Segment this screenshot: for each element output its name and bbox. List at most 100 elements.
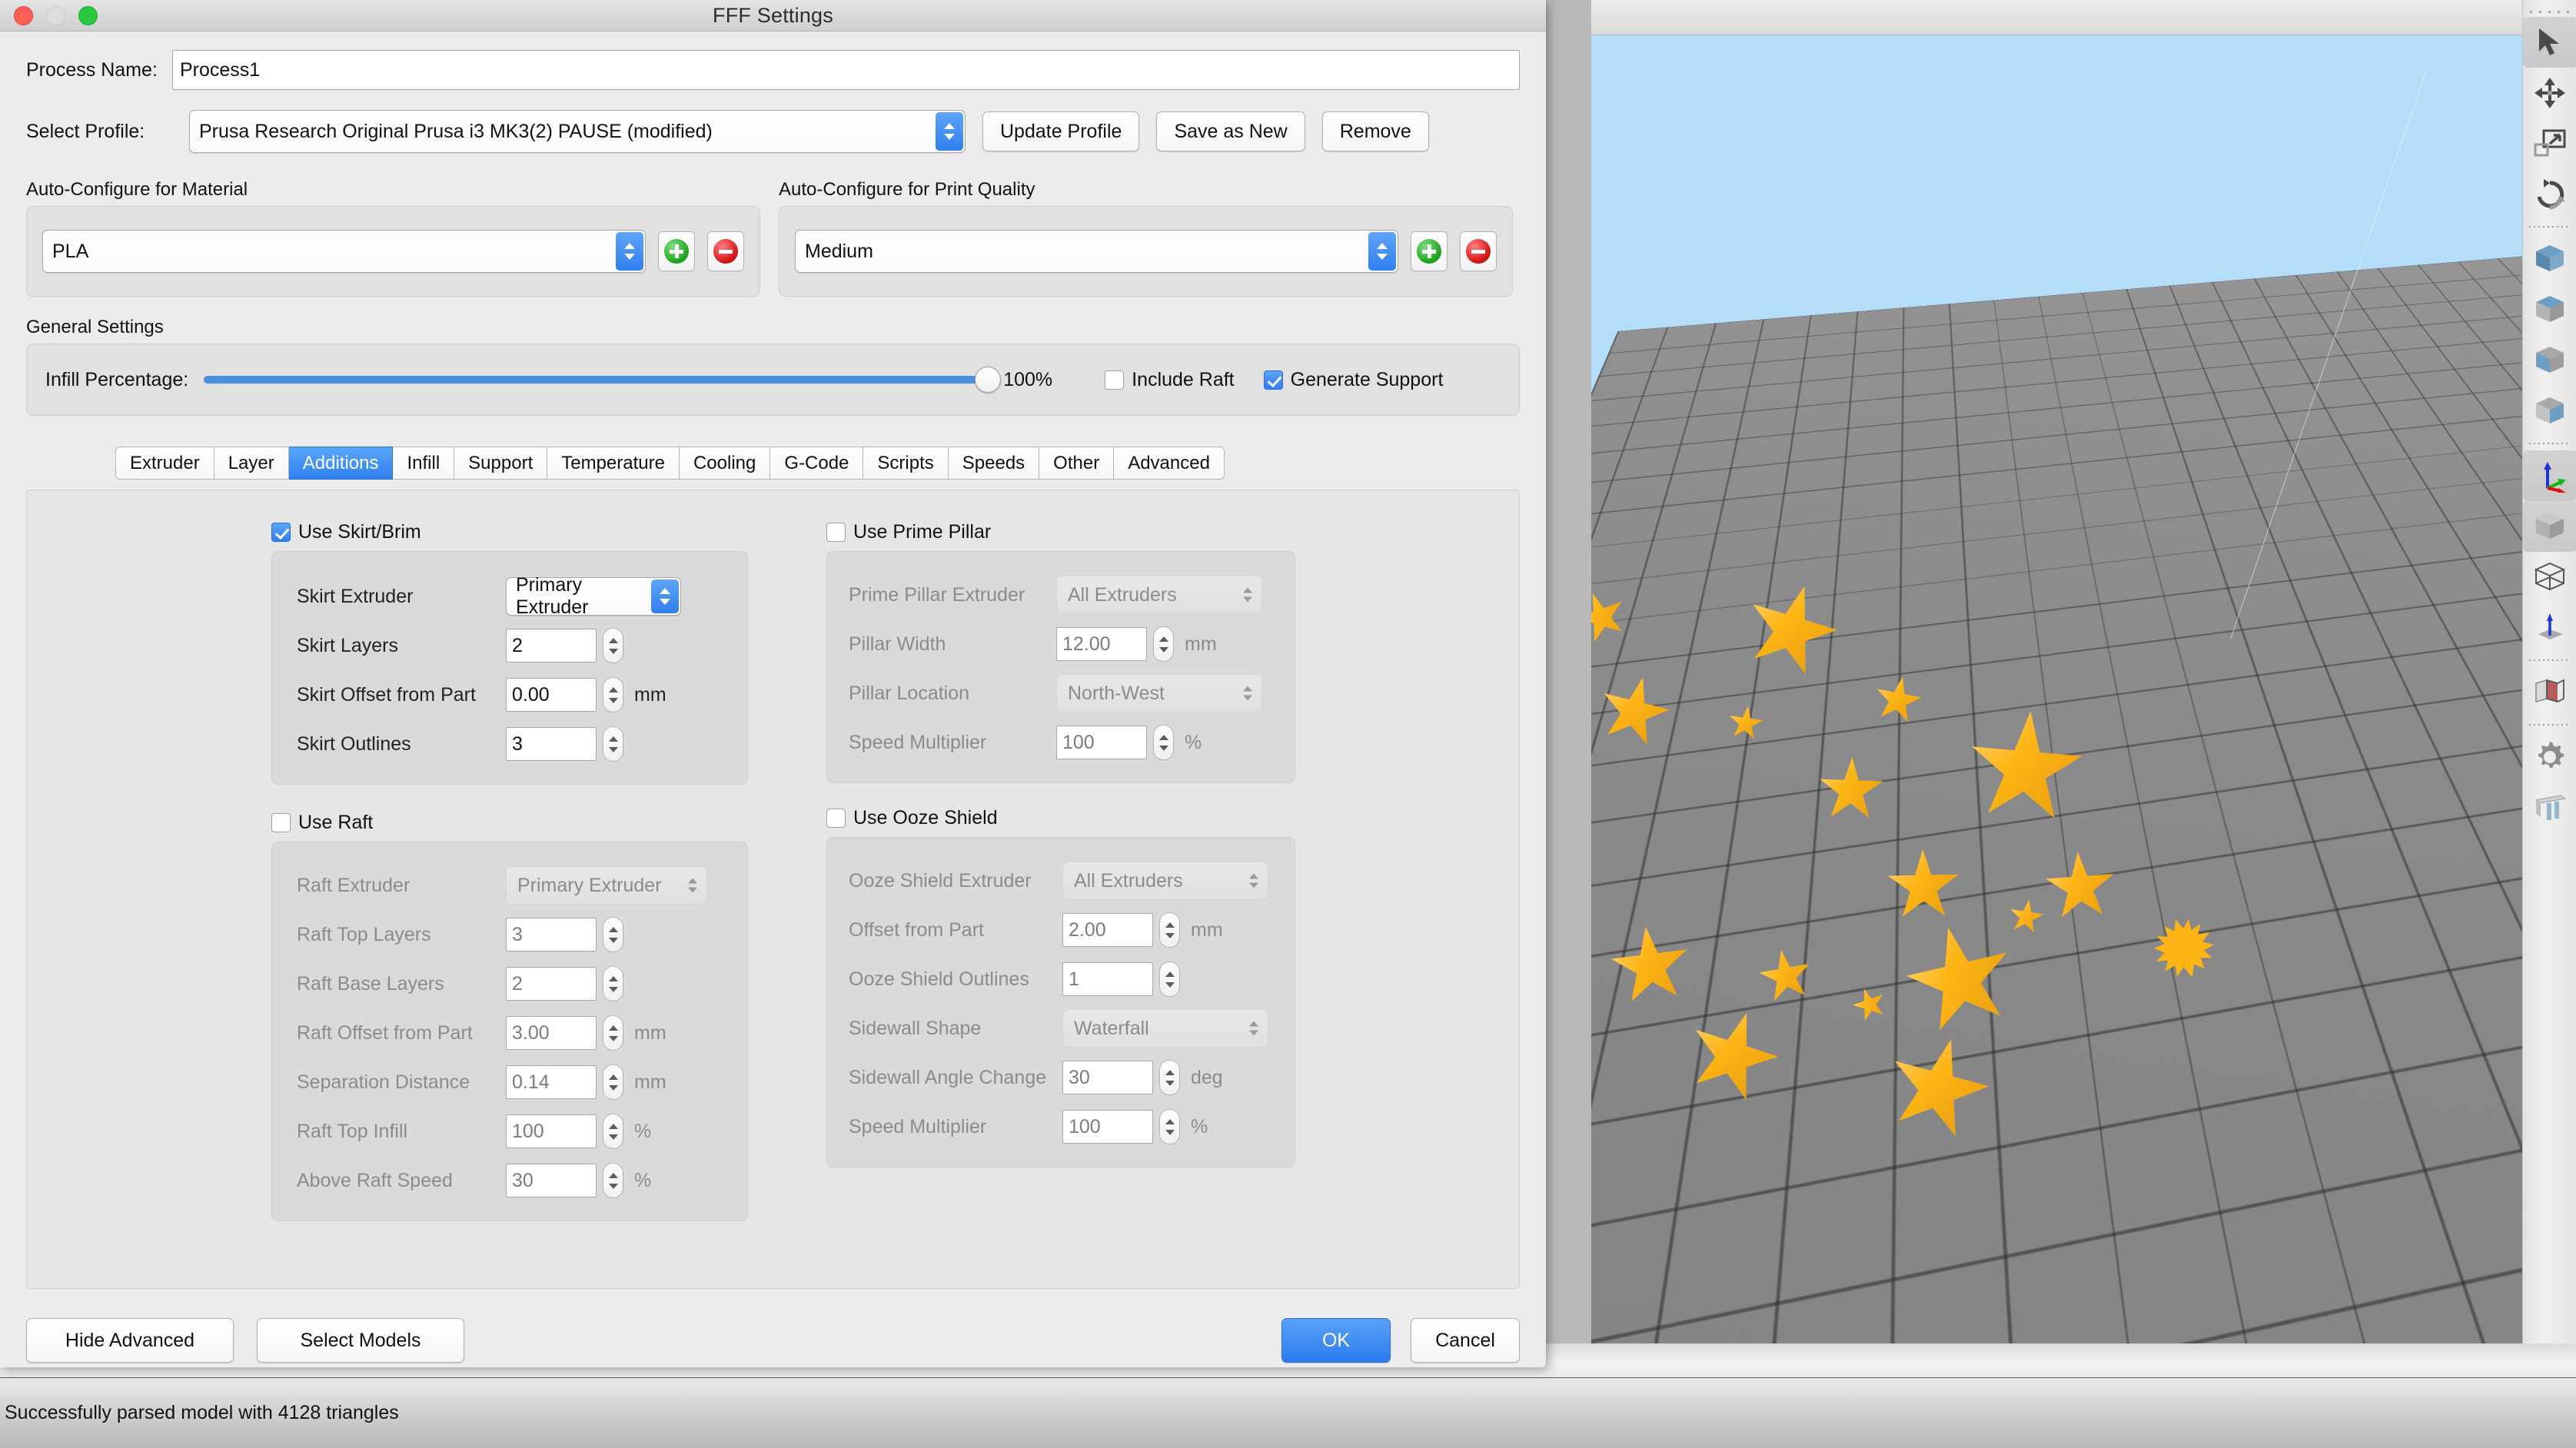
speed-multiplier-stepper[interactable] [1159, 1109, 1180, 1144]
pillar-width-stepper[interactable] [1153, 626, 1174, 662]
use-prime-pillar-checkbox[interactable] [826, 523, 846, 542]
hide-advanced-button[interactable]: Hide Advanced [26, 1318, 234, 1363]
ooze-shield-extruder-select[interactable]: All Extruders [1062, 862, 1268, 900]
tool-scale[interactable] [2523, 118, 2576, 169]
skirt-outlines-stepper[interactable] [603, 726, 623, 762]
ooze-shield-outlines-input[interactable]: 1 [1062, 962, 1153, 996]
use-skirt-brim-row[interactable]: Use Skirt/Brim [271, 521, 748, 543]
raft-extruder-select[interactable]: Primary Extruder [506, 866, 707, 905]
speed-multiplier-input[interactable]: 100 [1056, 726, 1147, 759]
tool-cursor-arrow[interactable] [2523, 17, 2576, 68]
infill-slider-knob[interactable] [975, 367, 1001, 393]
select-models-button[interactable]: Select Models [257, 1318, 464, 1363]
infill-slider[interactable] [204, 376, 988, 384]
ok-button[interactable]: OK [1281, 1318, 1391, 1363]
tool-move[interactable] [2523, 68, 2576, 118]
profile-select[interactable]: Prusa Research Original Prusa i3 MK3(2) … [189, 110, 966, 153]
view-cube-side[interactable] [2523, 386, 2576, 437]
sidewall-angle-change-stepper[interactable] [1159, 1060, 1180, 1095]
toggle-axes-xyz[interactable] [2523, 450, 2576, 501]
tab-temperature[interactable]: Temperature [547, 447, 680, 480]
offset-from-part-stepper[interactable] [1159, 912, 1180, 948]
use-raft-row[interactable]: Use Raft [271, 812, 748, 834]
sidewall-angle-change-input[interactable]: 30 [1062, 1061, 1153, 1094]
raft-top-infill-input[interactable]: 100 [506, 1114, 597, 1148]
add-material-button[interactable] [658, 231, 695, 271]
toggle-cross-section[interactable] [2523, 667, 2576, 718]
prime-pillar-extruder-select[interactable]: All Extruders [1056, 576, 1262, 614]
save-as-new-button[interactable]: Save as New [1156, 111, 1305, 151]
dialog-titlebar[interactable]: FFF Settings [0, 0, 1546, 32]
tab-additions[interactable]: Additions [289, 447, 394, 480]
remove-quality-button[interactable] [1460, 231, 1497, 271]
skirt-layers-input[interactable]: 2 [506, 629, 597, 663]
raft-offset-from-part-stepper[interactable] [603, 1015, 623, 1051]
tab-other[interactable]: Other [1039, 447, 1114, 480]
update-profile-button[interactable]: Update Profile [982, 111, 1139, 151]
toggle-wireframe-view[interactable] [2523, 552, 2576, 603]
skirt-outlines-input[interactable]: 3 [506, 727, 597, 761]
include-raft-checkbox[interactable] [1105, 370, 1124, 390]
material-select[interactable]: PLA [42, 230, 646, 273]
support-structure-icon[interactable] [2523, 782, 2576, 833]
offset-from-part-input[interactable]: 2.00 [1062, 913, 1153, 947]
separation-distance-input[interactable]: 0.14 [506, 1065, 597, 1099]
pillar-width-input[interactable]: 12.00 [1056, 627, 1147, 661]
view-cube-front[interactable] [2523, 335, 2576, 386]
skirt-extruder-select[interactable]: Primary Extruder [506, 577, 681, 616]
raft-base-layers-input[interactable]: 2 [506, 967, 597, 1001]
view-tool-rail[interactable] [2522, 0, 2576, 1343]
view-cube-bottom[interactable] [2523, 284, 2576, 335]
zoom-button[interactable] [78, 6, 98, 25]
use-ooze-shield-row[interactable]: Use Ooze Shield [826, 807, 1295, 829]
raft-offset-from-part-input[interactable]: 3.00 [506, 1016, 597, 1050]
window-controls[interactable] [0, 6, 98, 25]
above-raft-speed-input[interactable]: 30 [506, 1164, 597, 1197]
raft-top-layers-input[interactable]: 3 [506, 918, 597, 951]
toggle-normals-view[interactable] [2523, 603, 2576, 653]
tab-support[interactable]: Support [454, 447, 547, 480]
tab-infill[interactable]: Infill [393, 447, 454, 480]
tab-cooling[interactable]: Cooling [680, 447, 770, 480]
use-skirt-brim-checkbox[interactable] [271, 523, 291, 542]
settings-tabbar[interactable]: ExtruderLayerAdditionsInfillSupportTempe… [115, 447, 1520, 480]
tab-advanced[interactable]: Advanced [1114, 447, 1225, 480]
tab-scripts[interactable]: Scripts [863, 447, 948, 480]
skirt-offset-from-part-stepper[interactable] [603, 677, 623, 712]
add-quality-button[interactable] [1411, 231, 1448, 271]
use-raft-checkbox[interactable] [271, 813, 291, 832]
minimize-button[interactable] [46, 6, 65, 25]
separation-distance-stepper[interactable] [603, 1064, 623, 1100]
sidewall-shape-select[interactable]: Waterfall [1062, 1009, 1268, 1048]
gear-icon[interactable] [2523, 732, 2576, 782]
close-button[interactable] [14, 6, 33, 25]
tab-speeds[interactable]: Speeds [949, 447, 1039, 480]
above-raft-speed-stepper[interactable] [603, 1163, 623, 1198]
tab-extruder[interactable]: Extruder [115, 447, 214, 480]
raft-top-infill-stepper[interactable] [603, 1114, 623, 1149]
use-ooze-shield-checkbox[interactable] [826, 809, 846, 828]
tab-g-code[interactable]: G-Code [770, 447, 863, 480]
pillar-location-select[interactable]: North-West [1056, 674, 1262, 712]
tool-rotate[interactable] [2523, 169, 2576, 220]
raft-base-layers-stepper[interactable] [603, 966, 623, 1001]
generate-support-checkbox-row[interactable]: Generate Support [1264, 369, 1444, 391]
quality-select[interactable]: Medium [795, 230, 1398, 273]
speed-multiplier-stepper[interactable] [1153, 725, 1174, 760]
generate-support-checkbox[interactable] [1264, 370, 1283, 390]
skirt-offset-from-part-input[interactable]: 0.00 [506, 678, 597, 712]
include-raft-checkbox-row[interactable]: Include Raft [1105, 369, 1234, 391]
toggle-solid-view[interactable] [2523, 501, 2576, 552]
speed-multiplier-input[interactable]: 100 [1062, 1110, 1153, 1144]
remove-profile-button[interactable]: Remove [1322, 111, 1429, 151]
tab-layer[interactable]: Layer [214, 447, 289, 480]
use-prime-pillar-row[interactable]: Use Prime Pillar [826, 521, 1295, 543]
rail-drag-handle[interactable] [2523, 0, 2576, 17]
view-cube-top[interactable] [2523, 234, 2576, 284]
ooze-shield-outlines-stepper[interactable] [1159, 961, 1180, 997]
3d-viewport[interactable] [1591, 35, 2576, 1343]
cancel-button[interactable]: Cancel [1411, 1318, 1520, 1363]
skirt-layers-stepper[interactable] [603, 628, 623, 663]
remove-material-button[interactable] [707, 231, 744, 271]
process-name-input[interactable]: Process1 [172, 50, 1520, 90]
